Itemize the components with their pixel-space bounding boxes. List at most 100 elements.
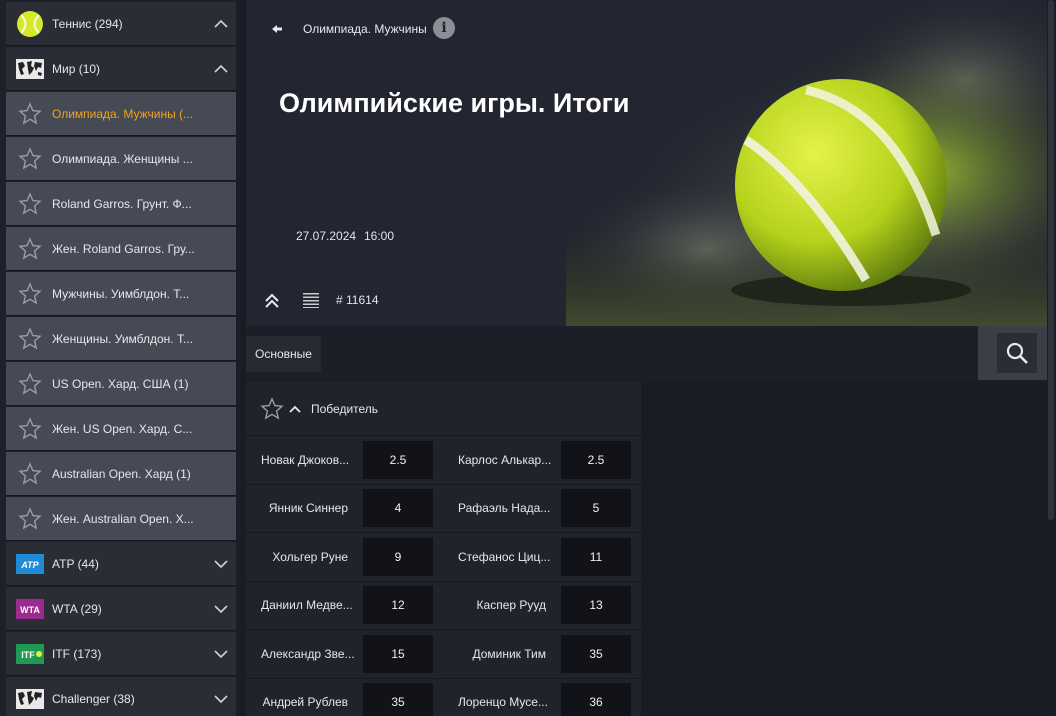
odds-button[interactable]: 2.5 <box>561 440 631 479</box>
event-title: Олимпийские игры. Итоги <box>279 88 630 118</box>
sidebar-tournament-label: Женщины. Уимблдон. Т... <box>52 331 193 346</box>
sidebar-tournament-label: Жен. Australian Open. Х... <box>52 511 194 526</box>
sidebar-tournament-item[interactable]: Мужчины. Уимблдон. Т... <box>6 272 236 316</box>
chevron-down-icon <box>206 559 236 569</box>
sidebar-category-label: ATP (44) <box>52 556 99 571</box>
market-header[interactable]: Победитель <box>246 382 641 436</box>
star-icon[interactable] <box>18 146 42 171</box>
sidebar-tournament-label: Олимпиада. Мужчины (... <box>52 106 194 121</box>
odds-list: Новак Джоков... 2.5 Карлос Алькар... 2.5 Янн… <box>246 436 641 716</box>
wta-logo-icon: WTA <box>16 595 44 623</box>
list-icon[interactable] <box>303 292 319 308</box>
odds-button[interactable]: 5 <box>561 489 631 528</box>
star-icon[interactable] <box>18 101 42 126</box>
star-icon[interactable] <box>18 371 42 396</box>
chevron-down-icon <box>206 649 236 659</box>
sidebar: Теннис (294) Мир (10) Олимпиада. Мужчины… <box>0 0 240 716</box>
event-header: Олимпиада. Мужчины i Олимпийские игры. И… <box>246 0 1056 326</box>
sidebar-tournament-item[interactable]: Australian Open. Хард (1) <box>6 452 236 496</box>
player-name: Александр Зве... <box>261 646 355 661</box>
svg-text:ATP: ATP <box>20 560 39 570</box>
sidebar-tournament-item[interactable]: Жен. Roland Garros. Гру... <box>6 227 236 271</box>
sidebar-category-atp[interactable]: ATP ATP (44) <box>6 542 236 586</box>
search-button[interactable] <box>978 326 1056 380</box>
star-icon[interactable] <box>18 416 42 441</box>
star-icon[interactable] <box>18 506 42 531</box>
world-map-icon <box>16 55 44 83</box>
odds-button[interactable]: 12 <box>363 586 433 625</box>
sidebar-tournament-item[interactable]: Жен. US Open. Хард. С... <box>6 407 236 451</box>
chevron-down-icon <box>206 604 236 614</box>
odds-button[interactable]: 11 <box>561 537 631 576</box>
sidebar-scrollbar[interactable] <box>236 0 240 716</box>
odds-button[interactable]: 15 <box>363 634 433 673</box>
odds-button[interactable]: 4 <box>363 489 433 528</box>
info-icon[interactable]: i <box>433 17 455 39</box>
itf-logo-icon: ITF <box>16 640 44 668</box>
market-winner: Победитель Новак Джоков... 2.5 Карлос Альк… <box>246 382 641 716</box>
sidebar-tournament-item[interactable]: Жен. Australian Open. Х... <box>6 497 236 541</box>
sidebar-tournament-label: Жен. Roland Garros. Гру... <box>52 241 195 256</box>
sidebar-sport-label: Теннис (294) <box>52 16 123 31</box>
chevron-down-icon <box>206 694 236 704</box>
tennis-ball-banner-image <box>556 0 1056 326</box>
chevron-up-icon <box>206 19 236 29</box>
sidebar-group-world[interactable]: Мир (10) <box>6 47 236 91</box>
sidebar-tournament-label: US Open. Хард. США (1) <box>52 376 189 391</box>
odds-row: Янник Синнер 4 Рафаэль Нада... 5 <box>246 485 641 533</box>
tab-main[interactable]: Основные <box>246 336 321 372</box>
event-time: 16:00 <box>364 229 395 243</box>
player-name: Янник Синнер <box>268 501 348 516</box>
sidebar-tournament-item[interactable]: Олимпиада. Мужчины (... <box>6 92 236 136</box>
chevron-up-icon[interactable] <box>288 402 302 416</box>
sidebar-category-wta[interactable]: WTA WTA (29) <box>6 587 236 631</box>
star-icon[interactable] <box>18 191 42 216</box>
odds-button[interactable]: 35 <box>561 634 631 673</box>
search-icon <box>997 333 1037 373</box>
sidebar-category-challenger[interactable]: Challenger (38) <box>6 677 236 716</box>
star-icon[interactable] <box>260 396 284 421</box>
star-icon[interactable] <box>18 281 42 306</box>
sidebar-sport-tennis[interactable]: Теннис (294) <box>6 2 236 46</box>
page-scrollbar-thumb[interactable] <box>1048 0 1054 520</box>
odds-button[interactable]: 2.5 <box>363 440 433 479</box>
player-name: Лоренцо Мусе... <box>458 695 548 710</box>
market-tabs: Основные <box>246 326 1056 382</box>
svg-text:ITF: ITF <box>21 650 35 660</box>
player-name: Новак Джоков... <box>261 452 350 467</box>
odds-row: Александр Зве... 15 Доминик Тим 35 <box>246 630 641 679</box>
tennis-ball-icon <box>16 10 44 38</box>
odds-button[interactable]: 13 <box>561 586 631 625</box>
sidebar-tournament-label: Жен. US Open. Хард. С... <box>52 421 193 436</box>
world-map-icon <box>16 685 44 713</box>
back-arrow-icon[interactable] <box>270 22 284 36</box>
breadcrumb[interactable]: Олимпиада. Мужчины <box>303 22 427 36</box>
app: Теннис (294) Мир (10) Олимпиада. Мужчины… <box>0 0 1056 716</box>
svg-text:WTA: WTA <box>20 605 40 615</box>
sidebar-tournament-label: Мужчины. Уимблдон. Т... <box>52 286 190 301</box>
star-icon[interactable] <box>18 461 42 486</box>
player-name: Каспер Рууд <box>476 598 546 613</box>
odds-row: Хольгер Руне 9 Стефанос Циц... 11 <box>246 533 641 582</box>
star-icon[interactable] <box>18 236 42 261</box>
sidebar-category-itf[interactable]: ITF ITF (173) <box>6 632 236 676</box>
odds-button[interactable]: 36 <box>561 683 631 716</box>
sidebar-tournament-item[interactable]: Женщины. Уимблдон. Т... <box>6 317 236 361</box>
event-date: 27.07.2024 <box>296 229 357 243</box>
star-icon[interactable] <box>18 326 42 351</box>
odds-button[interactable]: 9 <box>363 537 433 576</box>
sidebar-tournament-item[interactable]: Олимпиада. Женщины ... <box>6 137 236 181</box>
sidebar-tournament-item[interactable]: US Open. Хард. США (1) <box>6 362 236 406</box>
player-name: Рафаэль Нада... <box>458 501 551 516</box>
sidebar-tournament-item[interactable]: Roland Garros. Грунт. Ф... <box>6 182 236 226</box>
event-id: # 11614 <box>336 293 379 307</box>
sidebar-tournament-label: Олимпиада. Женщины ... <box>52 151 193 166</box>
player-name: Даниил Медве... <box>261 598 353 613</box>
odds-row: Новак Джоков... 2.5 Карлос Алькар... 2.5 <box>246 436 641 485</box>
atp-logo-icon: ATP <box>16 550 44 578</box>
market-title: Победитель <box>311 401 379 416</box>
odds-button[interactable]: 35 <box>363 683 433 716</box>
odds-row: Андрей Рублев 35 Лоренцо Мусе... 36 <box>246 679 641 716</box>
double-chevron-up-icon[interactable] <box>264 292 280 310</box>
chevron-up-icon <box>206 64 236 74</box>
